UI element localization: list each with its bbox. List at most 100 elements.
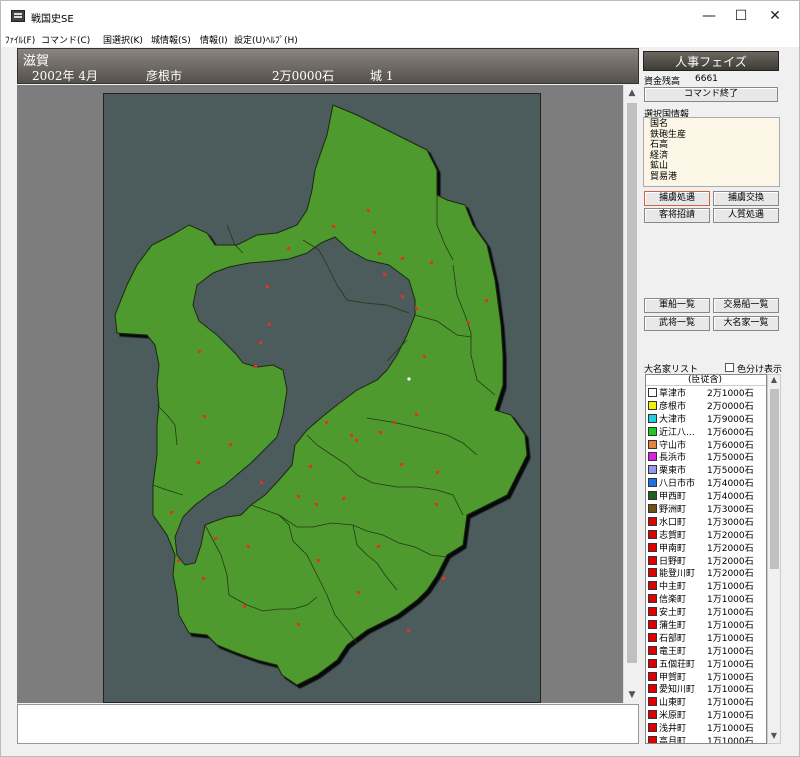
scroll-down-icon[interactable]: ▼ [624, 687, 640, 703]
daimyo-row[interactable]: 大津市 1万9000石 [646, 412, 766, 425]
castle-marker[interactable] [247, 545, 250, 548]
color-toggle-checkbox[interactable] [725, 363, 734, 372]
castle-marker[interactable] [260, 481, 263, 484]
daimyo-row[interactable]: 草津市 2万1000石 [646, 386, 766, 399]
map-viewport[interactable] [17, 85, 623, 703]
daimyo-row[interactable]: 野洲町 1万3000石 [646, 502, 766, 515]
castle-marker[interactable] [332, 225, 335, 228]
castle-marker[interactable] [317, 559, 320, 562]
castle-marker[interactable] [297, 623, 300, 626]
daimyo-row[interactable]: 高月町 1万1000石 [646, 734, 766, 743]
castle-marker[interactable] [315, 503, 318, 506]
close-button[interactable]: ✕ [753, 1, 797, 31]
castle-marker[interactable] [401, 257, 404, 260]
castle-marker[interactable] [378, 252, 381, 255]
castle-marker[interactable] [197, 461, 200, 464]
castle-marker[interactable] [393, 421, 396, 424]
message-box[interactable] [17, 704, 639, 744]
scroll-thumb[interactable] [627, 103, 637, 663]
daimyo-row[interactable]: 米原町 1万1000石 [646, 708, 766, 721]
daimyo-row[interactable]: 甲西町 1万4000石 [646, 489, 766, 502]
castle-marker[interactable] [254, 365, 257, 368]
daimyo-row[interactable]: 長浜市 1万5000石 [646, 450, 766, 463]
menu-file[interactable]: ﾌｧｲﾙ(F) [5, 33, 35, 46]
daimyo-row[interactable]: 近江八... 1万6000石 [646, 425, 766, 438]
castle-marker[interactable] [407, 629, 410, 632]
castle-marker[interactable] [442, 577, 445, 580]
castle-marker[interactable] [423, 355, 426, 358]
castle-marker[interactable] [325, 421, 328, 424]
castle-marker[interactable] [203, 415, 206, 418]
castle-marker[interactable] [436, 471, 439, 474]
castle-marker[interactable] [415, 413, 418, 416]
menu-info[interactable]: 情報(I) [200, 33, 228, 46]
daimyo-row[interactable]: 蒲生町 1万1000石 [646, 618, 766, 631]
general-list-button[interactable]: 武将一覧 [644, 316, 710, 331]
daimyo-row[interactable]: 甲南町 1万2000石 [646, 541, 766, 554]
hostage-placement-button[interactable]: 人質処遇 [713, 208, 779, 223]
list-scroll-up-icon[interactable]: ▲ [768, 375, 780, 387]
castle-marker[interactable] [400, 463, 403, 466]
castle-marker[interactable] [367, 209, 370, 212]
scroll-up-icon[interactable]: ▲ [624, 85, 640, 101]
castle-marker[interactable] [202, 577, 205, 580]
trade-ship-list-button[interactable]: 交易船一覧 [713, 298, 779, 313]
shiga-map[interactable] [17, 85, 623, 703]
castle-marker[interactable] [435, 503, 438, 506]
castle-marker[interactable] [485, 299, 488, 302]
castle-marker[interactable] [243, 605, 246, 608]
castle-marker[interactable] [383, 273, 386, 276]
daimyo-row[interactable]: 五個荘町 1万1000石 [646, 657, 766, 670]
castle-marker[interactable] [467, 321, 470, 324]
daimyo-list-button[interactable]: 大名家一覧 [713, 316, 779, 331]
castle-marker[interactable] [401, 295, 404, 298]
map-scrollbar[interactable]: ▲ ▼ [623, 85, 639, 703]
castle-marker[interactable] [214, 537, 217, 540]
castle-marker[interactable] [357, 591, 360, 594]
castle-marker[interactable] [198, 350, 201, 353]
castle-marker[interactable] [377, 545, 380, 548]
daimyo-row[interactable]: 石部町 1万1000石 [646, 631, 766, 644]
daimyo-row[interactable]: 甲賀町 1万1000石 [646, 670, 766, 683]
castle-marker[interactable] [229, 443, 232, 446]
list-scroll-thumb[interactable] [770, 389, 779, 569]
castle-marker[interactable] [268, 323, 271, 326]
daimyo-row[interactable]: 竜王町 1万1000石 [646, 644, 766, 657]
menu-castle-info[interactable]: 城情報(S) [151, 33, 191, 46]
daimyo-row[interactable]: 水口町 1万3000石 [646, 515, 766, 528]
daimyo-row[interactable]: 山東町 1万1000石 [646, 695, 766, 708]
daimyo-row[interactable]: 信楽町 1万1000石 [646, 592, 766, 605]
end-command-button[interactable]: コマンド終了 [644, 87, 778, 102]
castle-marker[interactable] [297, 495, 300, 498]
recruit-guest-button[interactable]: 客将招請 [644, 208, 710, 223]
castle-marker[interactable] [355, 439, 358, 442]
list-scroll-down-icon[interactable]: ▼ [768, 731, 780, 743]
menu-settings[interactable]: 設定(U) [234, 33, 266, 46]
castle-marker[interactable] [350, 434, 353, 437]
daimyo-listbox[interactable]: (臣従含) 草津市 2万1000石 彦根市 2万0000石 大津市 1万9000石 近江八.… [645, 374, 767, 744]
castle-marker[interactable] [373, 231, 376, 234]
daimyo-row[interactable]: 志賀町 1万2000石 [646, 528, 766, 541]
castle-marker[interactable] [177, 559, 180, 562]
daimyo-row[interactable]: 浅井町 1万1000石 [646, 721, 766, 734]
menu-command[interactable]: コマンド(C) [41, 33, 90, 46]
castle-marker[interactable] [287, 247, 290, 250]
daimyo-row[interactable]: 八日市市 1万4000石 [646, 476, 766, 489]
daimyo-row[interactable]: 安土町 1万1000石 [646, 605, 766, 618]
menu-help[interactable]: ﾍﾙﾌﾟ(H) [266, 33, 298, 46]
daimyo-row[interactable]: 日野町 1万2000石 [646, 554, 766, 567]
castle-marker[interactable] [259, 341, 262, 344]
castle-marker[interactable] [266, 285, 269, 288]
castle-marker[interactable] [415, 307, 418, 310]
daimyo-row[interactable]: 彦根市 2万0000石 [646, 399, 766, 412]
daimyo-row[interactable]: 栗東市 1万5000石 [646, 463, 766, 476]
castle-marker[interactable] [309, 465, 312, 468]
daimyo-row[interactable]: 愛知川町 1万1000石 [646, 682, 766, 695]
army-list-button[interactable]: 軍船一覧 [644, 298, 710, 313]
castle-marker[interactable] [170, 511, 173, 514]
menu-country-select[interactable]: 国選択(K) [103, 33, 143, 46]
hostage-treatment-button[interactable]: 捕虜処遇 [644, 191, 710, 206]
hostage-exchange-button[interactable]: 捕虜交換 [713, 191, 779, 206]
castle-marker[interactable] [430, 261, 433, 264]
castle-marker[interactable] [379, 431, 382, 434]
